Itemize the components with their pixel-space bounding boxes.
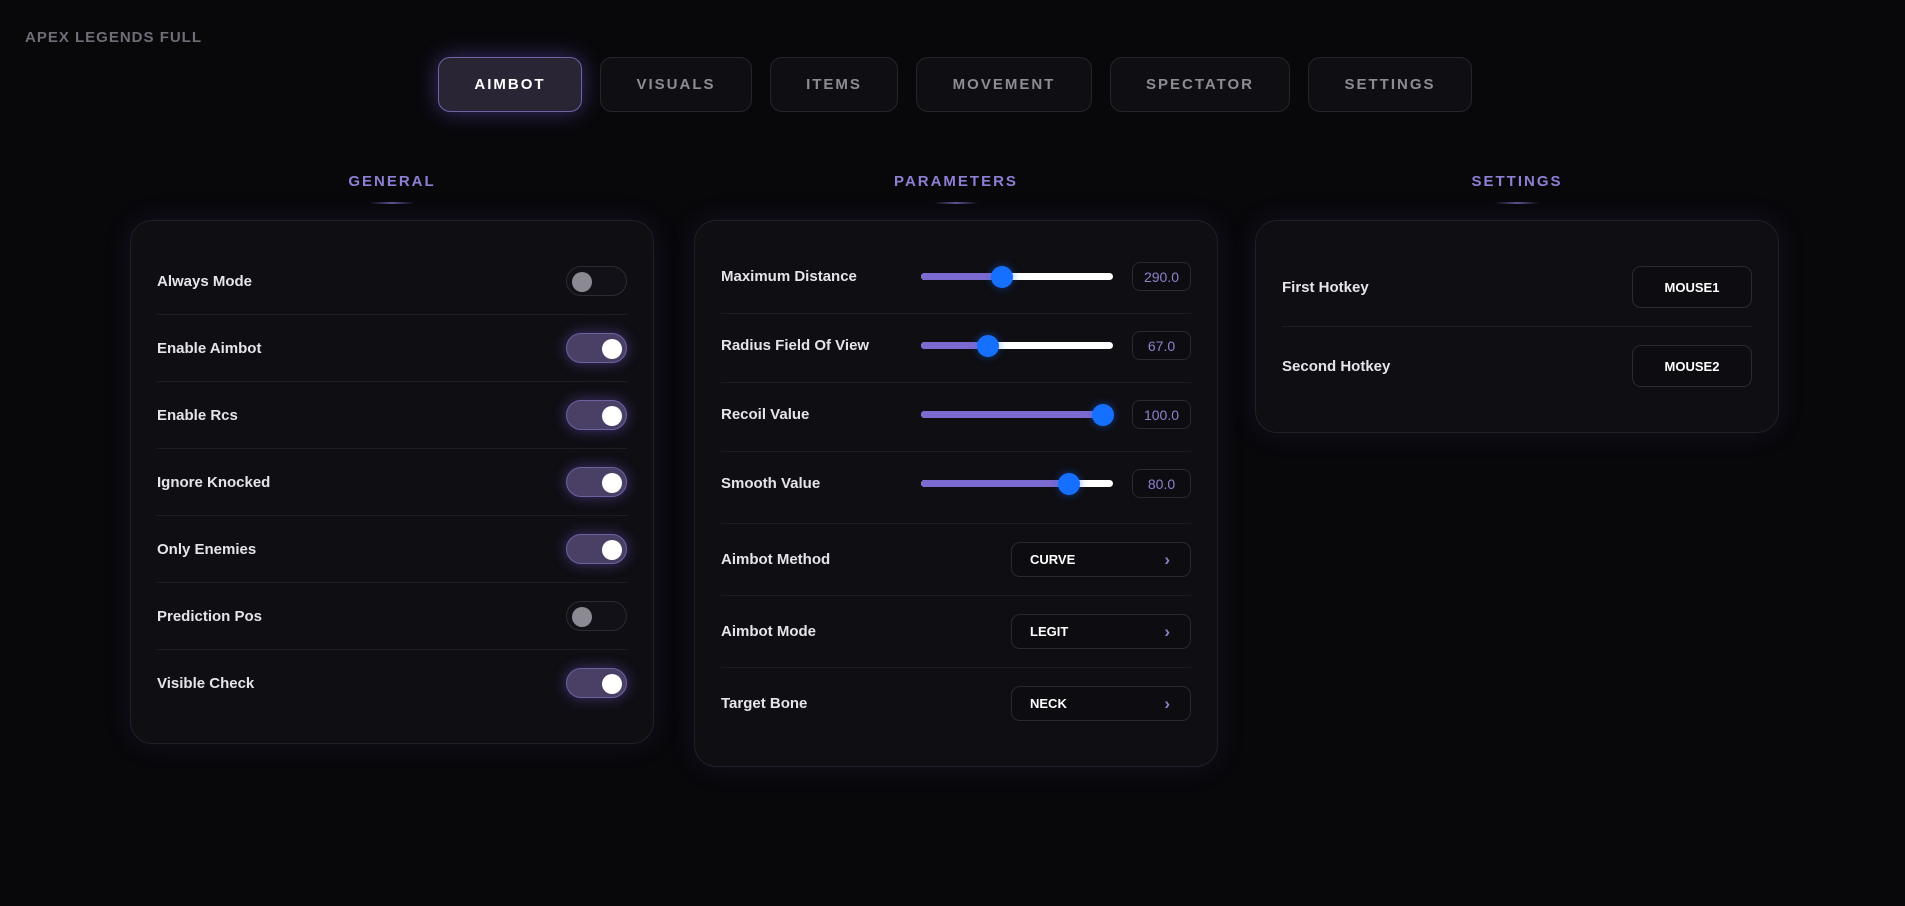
parameters-section-title: PARAMETERS: [694, 173, 1218, 204]
chevron-right-icon: ›: [1164, 549, 1170, 569]
smooth-value-value[interactable]: 80.0: [1132, 469, 1191, 498]
slider-fill: [921, 411, 1104, 418]
slider-label: Recoil Value: [721, 405, 810, 423]
parameters-panel: Maximum Distance 290.0 Radius Field Of V…: [694, 220, 1218, 767]
maximum-distance-slider[interactable]: [921, 266, 1113, 288]
hotkey-label: First Hotkey: [1282, 278, 1369, 296]
toggle-row-enable-rcs: Enable Rcs: [157, 399, 627, 431]
chevron-right-icon: ›: [1164, 621, 1170, 641]
only-enemies-toggle[interactable]: [566, 534, 627, 564]
slider-label: Radius Field Of View: [721, 336, 870, 354]
slider-thumb[interactable]: [990, 266, 1013, 288]
toggle-knob: [572, 607, 592, 627]
recoil-value-value[interactable]: 100.0: [1132, 400, 1191, 429]
tab-settings[interactable]: SETTINGS: [1308, 57, 1472, 112]
divider: [721, 313, 1191, 314]
aimbot-mode-select[interactable]: LEGIT ›: [1011, 614, 1191, 649]
divider: [721, 523, 1191, 524]
toggle-knob: [602, 540, 622, 560]
toggle-row-enable-aimbot: Enable Aimbot: [157, 332, 627, 364]
app-title: APEX LEGENDS FULL: [25, 29, 203, 46]
slider-label: Smooth Value: [721, 474, 821, 492]
select-value: LEGIT: [1030, 624, 1069, 639]
smooth-value-slider[interactable]: [921, 473, 1113, 495]
divider: [721, 667, 1191, 668]
toggle-row-only-enemies: Only Enemies: [157, 533, 627, 565]
slider-label: Maximum Distance: [721, 267, 857, 285]
hotkey-row-second: Second Hotkey MOUSE2: [1282, 345, 1752, 387]
toggle-knob: [602, 674, 622, 694]
select-row-aimbot-mode: Aimbot Mode LEGIT ›: [721, 614, 1191, 649]
divider: [157, 582, 627, 583]
divider: [157, 448, 627, 449]
slider-thumb[interactable]: [977, 335, 1000, 357]
toggle-row-ignore-knocked: Ignore Knocked: [157, 466, 627, 498]
tab-spectator[interactable]: SPECTATOR: [1110, 57, 1290, 112]
chevron-right-icon: ›: [1164, 693, 1170, 713]
divider: [157, 314, 627, 315]
toggle-label: Prediction Pos: [157, 607, 263, 625]
toggle-knob: [602, 339, 622, 359]
slider-fill: [921, 480, 1069, 487]
enable-rcs-toggle[interactable]: [566, 400, 627, 430]
maximum-distance-value[interactable]: 290.0: [1132, 262, 1191, 291]
divider: [721, 382, 1191, 383]
select-label: Aimbot Method: [721, 551, 831, 568]
toggle-label: Only Enemies: [157, 540, 257, 558]
toggle-label: Ignore Knocked: [157, 473, 271, 491]
divider: [721, 595, 1191, 596]
toggle-knob: [602, 406, 622, 426]
ignore-knocked-toggle[interactable]: [566, 467, 627, 497]
select-value: NECK: [1030, 696, 1067, 711]
divider: [1282, 326, 1752, 327]
divider: [157, 381, 627, 382]
toggle-knob: [602, 473, 622, 493]
aimbot-method-select[interactable]: CURVE ›: [1011, 542, 1191, 577]
general-panel: Always Mode Enable Aimbot Enable Rcs Ign…: [130, 220, 654, 744]
prediction-pos-toggle[interactable]: [566, 601, 627, 631]
divider: [157, 649, 627, 650]
tab-visuals[interactable]: VISUALS: [600, 57, 752, 112]
main-tabs: AIMBOT VISUALS ITEMS MOVEMENT SPECTATOR …: [438, 57, 1472, 112]
tab-aimbot[interactable]: AIMBOT: [438, 57, 582, 112]
select-row-aimbot-method: Aimbot Method CURVE ›: [721, 542, 1191, 577]
slider-thumb[interactable]: [1092, 404, 1115, 426]
divider: [721, 451, 1191, 452]
toggle-row-visible-check: Visible Check: [157, 667, 627, 699]
toggle-row-always-mode: Always Mode: [157, 265, 627, 297]
recoil-value-slider[interactable]: [921, 404, 1115, 426]
toggle-knob: [572, 272, 592, 292]
toggle-label: Enable Rcs: [157, 406, 238, 424]
visible-check-toggle[interactable]: [566, 668, 627, 698]
select-row-target-bone: Target Bone NECK ›: [721, 686, 1191, 721]
target-bone-select[interactable]: NECK ›: [1011, 686, 1191, 721]
toggle-label: Always Mode: [157, 272, 253, 290]
slider-fill: [921, 273, 1002, 280]
divider: [157, 515, 627, 516]
radius-fov-slider[interactable]: [921, 335, 1113, 357]
toggle-row-prediction-pos: Prediction Pos: [157, 600, 627, 632]
first-hotkey-button[interactable]: MOUSE1: [1632, 266, 1752, 308]
select-label: Target Bone: [721, 695, 808, 712]
second-hotkey-button[interactable]: MOUSE2: [1632, 345, 1752, 387]
tab-movement[interactable]: MOVEMENT: [916, 57, 1092, 112]
slider-thumb[interactable]: [1057, 473, 1080, 495]
settings-panel: First Hotkey MOUSE1 Second Hotkey MOUSE2: [1255, 220, 1779, 433]
settings-section-title: SETTINGS: [1255, 173, 1779, 204]
radius-fov-value[interactable]: 67.0: [1132, 331, 1191, 360]
select-label: Aimbot Mode: [721, 623, 816, 640]
toggle-label: Visible Check: [157, 674, 255, 692]
select-value: CURVE: [1030, 552, 1076, 567]
general-section-title: GENERAL: [130, 173, 654, 204]
always-mode-toggle[interactable]: [566, 266, 627, 296]
hotkey-row-first: First Hotkey MOUSE1: [1282, 266, 1752, 308]
hotkey-label: Second Hotkey: [1282, 357, 1391, 375]
toggle-label: Enable Aimbot: [157, 339, 262, 357]
tab-items[interactable]: ITEMS: [770, 57, 898, 112]
enable-aimbot-toggle[interactable]: [566, 333, 627, 363]
